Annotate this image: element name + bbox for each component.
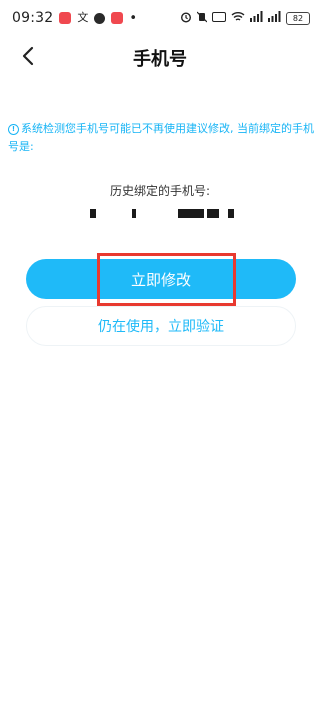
mask-block <box>228 209 234 218</box>
page-title: 手机号 <box>133 49 187 70</box>
mask-block <box>90 209 96 218</box>
wifi-icon <box>231 11 245 25</box>
masked-phone-number <box>86 205 236 221</box>
video-notification-icon <box>111 12 124 24</box>
more-notifications-icon: • <box>129 10 138 26</box>
chat-notification-icon <box>94 12 106 24</box>
status-left: 09:32 文 • <box>12 10 137 26</box>
nav-bar: 手机号 <box>0 36 320 76</box>
status-right: 82 <box>180 11 310 26</box>
alarm-icon <box>180 11 192 26</box>
hd-icon <box>212 11 226 25</box>
app-notification-icon <box>59 12 72 24</box>
status-bar: 09:32 文 • 82 <box>0 0 320 36</box>
mask-block <box>207 209 219 218</box>
mask-block <box>132 209 136 218</box>
verify-now-button[interactable]: 仍在使用，立即验证 <box>26 306 296 346</box>
signal-icon <box>250 11 263 25</box>
mute-icon <box>196 11 208 26</box>
text-notification-icon: 文 <box>77 11 89 24</box>
battery-icon: 82 <box>286 11 310 25</box>
notice-text: 系统检测您手机号可能已不再使用建议修改, 当前绑定的手机号是: <box>8 122 314 153</box>
mask-block <box>178 209 204 218</box>
info-icon: ! <box>8 124 19 135</box>
signal-icon-2 <box>268 11 281 25</box>
history-phone-label: 历史绑定的手机号: <box>109 184 211 198</box>
status-time: 09:32 <box>12 10 54 26</box>
modify-now-button[interactable]: 立即修改 <box>26 259 296 299</box>
notice-message: ! 系统检测您手机号可能已不再使用建议修改, 当前绑定的手机号是: <box>8 120 316 156</box>
